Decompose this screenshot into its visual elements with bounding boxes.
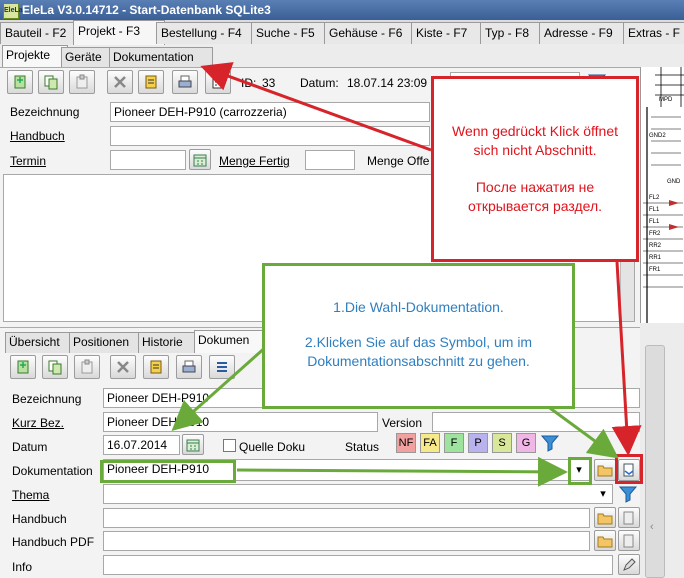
green-annotation-step2: 2.Klicken Sie auf das Symbol, um im Doku… (304, 334, 533, 369)
red-annotation-text-ru: После нажатия не открывается раздел. (467, 179, 603, 214)
green-annotation-box: 1.Die Wahl-Dokumentation. 2.Klicken Sie … (262, 263, 575, 409)
red-arrow-to-tab (200, 62, 432, 152)
red-annotation-box: Wenn gedrückt Klick öffnet sich nicht Ab… (431, 76, 639, 262)
red-arrow-to-button (611, 261, 642, 456)
red-annotation-text-de: Wenn gedrückt Klick öffnet sich nicht Ab… (451, 123, 619, 158)
green-arrow-to-dropdown (236, 456, 568, 487)
green-annotation-step1: 1.Die Wahl-Dokumentation. (333, 299, 504, 315)
